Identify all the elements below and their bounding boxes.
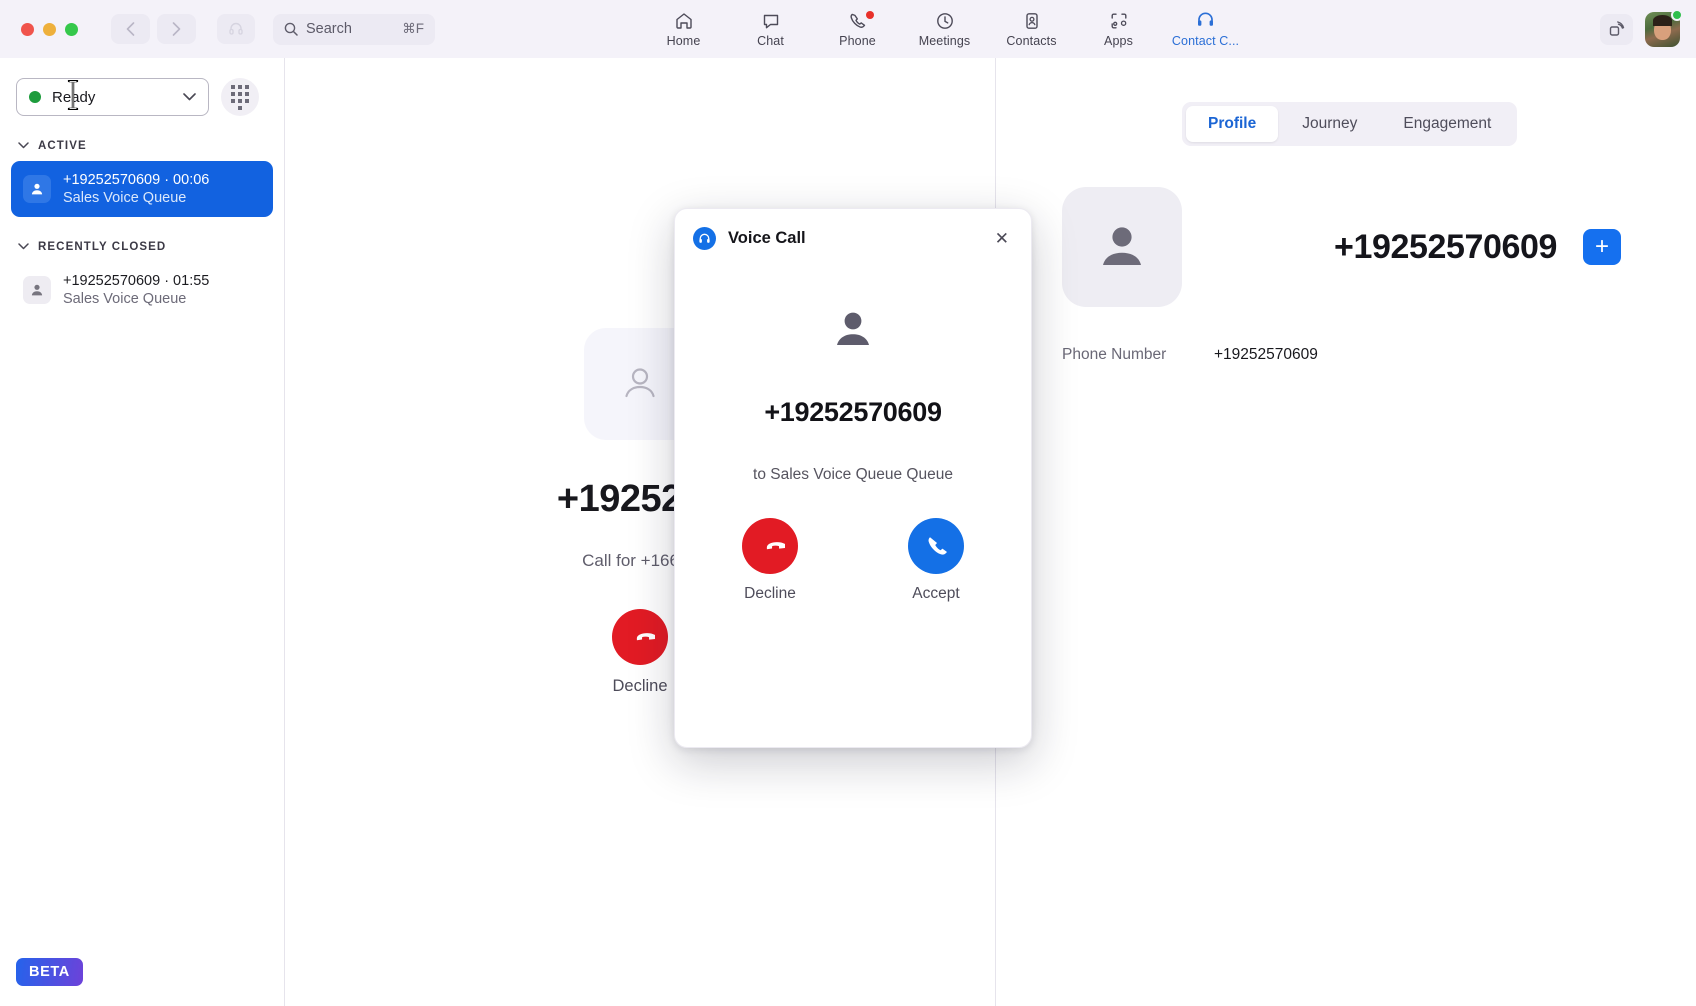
incoming-queue-text: to Sales Voice Queue Queue xyxy=(753,466,953,483)
app-window: Search ⌘F Home Chat Phone Meetings Conta… xyxy=(0,0,1696,1006)
person-icon xyxy=(837,312,869,345)
accept-call-label: Accept xyxy=(912,585,960,602)
accept-action: Accept xyxy=(908,518,964,603)
dialog-title: Voice Call xyxy=(728,229,806,247)
dialog-body: +19252570609 to Sales Voice Queue Queue … xyxy=(675,250,1031,603)
text-cursor xyxy=(66,79,80,111)
dialog-header: Voice Call ✕ xyxy=(675,209,1031,250)
phone-handset-icon xyxy=(928,537,948,555)
incoming-caller-number: +19252570609 xyxy=(764,397,942,427)
headset-icon xyxy=(693,227,716,250)
decline-call-button[interactable] xyxy=(742,518,798,574)
decline-call-label: Decline xyxy=(744,585,796,602)
caller-avatar xyxy=(827,304,879,361)
accept-call-button[interactable] xyxy=(908,518,964,574)
decline-action: Decline xyxy=(742,518,798,603)
voice-call-dialog: Voice Call ✕ +19252570609 to Sales Voice… xyxy=(674,208,1032,748)
phone-hangup-icon xyxy=(766,542,785,550)
dialog-actions: Decline Accept xyxy=(742,518,964,603)
close-icon[interactable]: ✕ xyxy=(991,228,1013,249)
